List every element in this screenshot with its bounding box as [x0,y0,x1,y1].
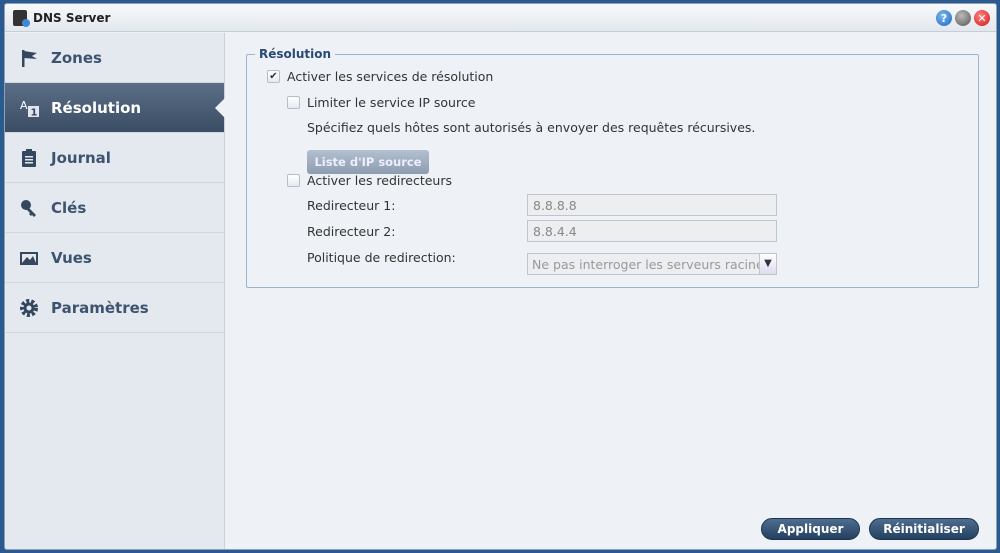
help-button[interactable]: ? [936,10,952,26]
dns-server-window: DNS Server ? ✕ Zones A1 Résolution Journ… [4,3,997,550]
sidebar-item-label: Journal [51,148,111,167]
policy-label: Politique de redirection: [307,250,456,265]
sidebar-item-settings[interactable]: Paramètres [5,283,224,333]
views-icon [19,248,39,268]
enable-forwarders-row[interactable]: Activer les redirecteurs [287,173,452,188]
sidebar-item-keys[interactable]: Clés [5,183,224,233]
resolution-icon: A1 [19,98,39,118]
sidebar-item-zones[interactable]: Zones [5,33,224,83]
limit-source-row[interactable]: Limiter le service IP source [287,95,475,110]
sidebar-item-label: Zones [51,48,102,67]
forwarder1-input[interactable]: 8.8.8.8 [527,194,777,216]
apply-button[interactable]: Appliquer [761,518,860,540]
svg-text:1: 1 [31,107,38,118]
key-icon [19,198,39,218]
close-button[interactable]: ✕ [974,10,990,26]
resolution-fieldset: Résolution Activer les services de résol… [246,47,979,288]
minimize-button[interactable] [955,10,971,26]
flag-icon [19,48,39,68]
enable-resolution-checkbox[interactable] [267,70,280,83]
reset-button[interactable]: Réinitialiser [869,518,979,540]
clipboard-icon [19,148,39,168]
sidebar: Zones A1 Résolution Journal Clés Vues Pa… [5,33,225,549]
forwarding-policy-select[interactable]: Ne pas interroger les serveurs racines ▼ [527,253,777,275]
sidebar-item-journal[interactable]: Journal [5,133,224,183]
chevron-down-icon[interactable]: ▼ [759,254,776,274]
gear-icon [19,298,39,318]
forwarder1-label: Redirecteur 1: [307,198,396,213]
sidebar-item-label: Résolution [51,98,142,117]
window-title: DNS Server [33,10,111,25]
dns-server-app-icon [13,9,30,27]
enable-resolution-row[interactable]: Activer les services de résolution [267,69,493,84]
main-panel: Résolution Activer les services de résol… [226,33,996,549]
forwarder2-input[interactable]: 8.8.4.4 [527,220,777,242]
fieldset-legend: Résolution [259,47,332,61]
enable-forwarders-label: Activer les redirecteurs [307,173,452,188]
enable-resolution-label: Activer les services de résolution [287,69,494,84]
source-ip-list-button[interactable]: Liste d'IP source [307,150,429,174]
forwarder2-label: Redirecteur 2: [307,224,396,239]
title-bar: DNS Server ? ✕ [5,4,996,32]
sidebar-item-resolution[interactable]: A1 Résolution [5,83,225,133]
enable-forwarders-checkbox[interactable] [287,174,300,187]
limit-source-label: Limiter le service IP source [307,95,476,110]
sidebar-item-label: Paramètres [51,298,149,317]
policy-value: Ne pas interroger les serveurs racines [532,257,771,272]
svg-text:A: A [20,99,28,112]
limit-source-checkbox[interactable] [287,96,300,109]
hint-text: Spécifiez quels hôtes sont autorisés à e… [307,120,756,135]
sidebar-item-label: Vues [51,248,92,267]
sidebar-item-label: Clés [51,198,87,217]
sidebar-item-views[interactable]: Vues [5,233,224,283]
